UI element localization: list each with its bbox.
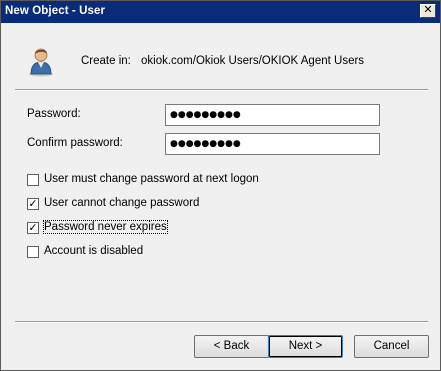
option-label: Password never expires	[43, 220, 168, 234]
option-label: User must change password at next logon	[44, 173, 259, 185]
checkmark-icon: ✓	[28, 222, 38, 234]
create-in-path: okiok.com/Okiok Users/OKIOK Agent Users	[141, 55, 365, 67]
checkbox-must-change-password[interactable]	[27, 174, 39, 186]
close-icon: ✕	[423, 4, 433, 16]
checkmark-icon: ✓	[28, 198, 38, 210]
checkbox-password-never-expires[interactable]: ✓	[27, 222, 39, 234]
user-icon	[29, 48, 53, 77]
option-label: Account is disabled	[44, 245, 144, 257]
close-button[interactable]: ✕	[420, 4, 436, 18]
create-in-label: Create in:	[81, 55, 131, 67]
new-object-user-dialog: New Object - User ✕ Create in: okiok.com…	[0, 0, 441, 371]
separator-bottom	[15, 321, 428, 323]
cancel-button[interactable]: Cancel	[354, 335, 429, 358]
back-button[interactable]: < Back	[194, 335, 269, 358]
password-field[interactable]: ●●●●●●●●●	[165, 104, 380, 126]
password-label: Password:	[27, 108, 81, 120]
separator-top	[15, 89, 428, 91]
option-label: User cannot change password	[44, 197, 200, 209]
next-button[interactable]: Next >	[268, 335, 343, 358]
title-bar[interactable]: New Object - User ✕	[1, 1, 440, 23]
confirm-password-label: Confirm password:	[27, 137, 123, 149]
checkbox-account-disabled[interactable]	[27, 246, 39, 258]
confirm-password-field[interactable]: ●●●●●●●●●	[165, 133, 380, 155]
checkbox-cannot-change-password[interactable]: ✓	[27, 198, 39, 210]
dialog-title: New Object - User	[5, 5, 106, 17]
